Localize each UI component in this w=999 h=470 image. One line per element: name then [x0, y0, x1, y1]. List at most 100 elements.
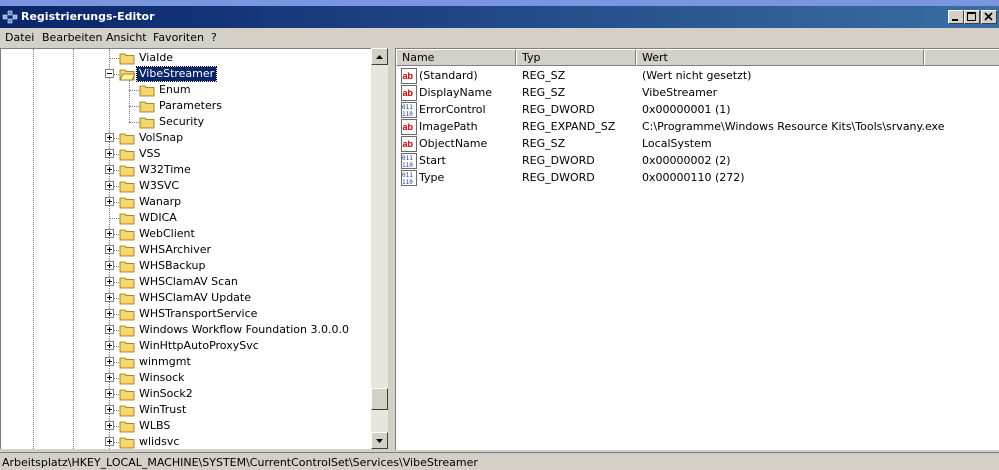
expand-icon[interactable]	[105, 277, 114, 286]
tree-item[interactable]: Security	[1, 114, 371, 130]
expand-icon[interactable]	[105, 309, 114, 318]
tree-item-label[interactable]: Windows Workflow Foundation 3.0.0.0	[137, 323, 351, 337]
value-row[interactable]: 011 110 Start REG_DWORD 0x00000002 (2)	[396, 152, 999, 169]
tree-item-label[interactable]: WHSClamAV Update	[137, 291, 253, 305]
tree-item[interactable]: WHSArchiver	[1, 242, 371, 258]
column-header-type[interactable]: Typ	[516, 49, 636, 66]
tree-item-label[interactable]: Wanarp	[137, 195, 183, 209]
minimize-button[interactable]	[948, 10, 964, 24]
tree-item-label[interactable]: WebClient	[137, 227, 197, 241]
tree-item[interactable]: wlidsvc	[1, 434, 371, 449]
value-row[interactable]: ab DisplayName REG_SZ VibeStreamer	[396, 84, 999, 101]
tree-item[interactable]: WHSTransportService	[1, 306, 371, 322]
column-header-value[interactable]: Wert	[636, 49, 924, 66]
tree-item[interactable]: Windows Workflow Foundation 3.0.0.0	[1, 322, 371, 338]
menu-bearbeiten[interactable]: Bearbeiten	[42, 31, 102, 44]
tree-item[interactable]: winmgmt	[1, 354, 371, 370]
title-bar[interactable]: Registrierungs-Editor	[0, 6, 999, 28]
tree-item-label[interactable]: WHSTransportService	[137, 307, 259, 321]
registry-key-tree[interactable]: ViaIde VibeStreamer Enum Parameters Security…	[0, 48, 371, 449]
tree-item-label[interactable]: Security	[157, 115, 206, 129]
expand-icon[interactable]	[105, 245, 114, 254]
expand-icon[interactable]	[105, 373, 114, 382]
tree-item[interactable]: WebClient	[1, 226, 371, 242]
value-row[interactable]: 011 110 ErrorControl REG_DWORD 0x00000001 (1…	[396, 101, 999, 118]
window-title: Registrierungs-Editor	[21, 10, 155, 23]
maximize-button[interactable]	[964, 10, 980, 24]
tree-item-label[interactable]: WinSock2	[137, 387, 195, 401]
tree-item-label[interactable]: WinHttpAutoProxySvc	[137, 339, 261, 353]
tree-item[interactable]: WHSClamAV Scan	[1, 274, 371, 290]
tree-item[interactable]: WLBS	[1, 418, 371, 434]
tree-item[interactable]: VibeStreamer	[1, 66, 371, 82]
tree-item-label[interactable]: WDICA	[137, 211, 179, 225]
value-row[interactable]: ab ObjectName REG_SZ LocalSystem	[396, 135, 999, 152]
registry-values-list[interactable]: Name Typ Wert ab (Standard) REG_SZ (Wert ni…	[395, 48, 999, 450]
tree-item-label[interactable]: WinTrust	[137, 403, 188, 417]
tree-item-label[interactable]: WHSArchiver	[137, 243, 213, 257]
close-icon	[984, 12, 993, 21]
tree-item-label[interactable]: Enum	[157, 83, 193, 97]
tree-item-label[interactable]: WHSClamAV Scan	[137, 275, 240, 289]
close-button[interactable]	[981, 10, 997, 24]
tree-item-label[interactable]: VibeStreamer	[135, 66, 218, 82]
tree-item-label[interactable]: Winsock	[137, 371, 187, 385]
tree-item-label[interactable]: VSS	[137, 147, 163, 161]
tree-item[interactable]: W32Time	[1, 162, 371, 178]
expand-icon[interactable]	[105, 405, 114, 414]
tree-item[interactable]: Parameters	[1, 98, 371, 114]
expand-icon[interactable]	[105, 261, 114, 270]
tree-item-label[interactable]: WLBS	[137, 419, 172, 433]
expand-icon[interactable]	[105, 437, 114, 446]
menu-help[interactable]: ?	[211, 31, 217, 44]
scroll-down-button[interactable]	[371, 432, 388, 449]
folder-icon	[119, 421, 135, 433]
menu-favoriten[interactable]: Favoriten	[153, 31, 204, 44]
tree-item[interactable]: WHSClamAV Update	[1, 290, 371, 306]
tree-item-label[interactable]: VolSnap	[137, 131, 185, 145]
tree-item-label[interactable]: Parameters	[157, 99, 224, 113]
tree-item[interactable]: WHSBackup	[1, 258, 371, 274]
menu-ansicht[interactable]: Ansicht	[106, 31, 147, 44]
tree-item[interactable]: Enum	[1, 82, 371, 98]
folder-icon	[119, 373, 135, 385]
tree-vertical-scrollbar[interactable]	[371, 48, 388, 449]
tree-item[interactable]: WinHttpAutoProxySvc	[1, 338, 371, 354]
tree-item[interactable]: ViaIde	[1, 50, 371, 66]
column-header-name[interactable]: Name	[396, 49, 516, 66]
expand-icon[interactable]	[105, 181, 114, 190]
tree-item-label[interactable]: winmgmt	[137, 355, 193, 369]
tree-item-label[interactable]: ViaIde	[137, 51, 175, 65]
tree-item[interactable]: VolSnap	[1, 130, 371, 146]
expand-icon[interactable]	[105, 149, 114, 158]
tree-item-label[interactable]: W32Time	[137, 163, 193, 177]
collapse-icon[interactable]	[105, 69, 114, 78]
value-row[interactable]: ab (Standard) REG_SZ (Wert nicht gesetzt)	[396, 67, 999, 84]
pane-splitter[interactable]	[388, 46, 394, 454]
menu-datei[interactable]: Datei	[5, 31, 34, 44]
expand-icon[interactable]	[105, 389, 114, 398]
expand-icon[interactable]	[105, 229, 114, 238]
tree-item[interactable]: WinSock2	[1, 386, 371, 402]
scroll-thumb[interactable]	[371, 388, 388, 410]
expand-icon[interactable]	[105, 165, 114, 174]
expand-icon[interactable]	[105, 421, 114, 430]
scroll-up-button[interactable]	[371, 48, 388, 65]
value-row[interactable]: 011 110 Type REG_DWORD 0x00000110 (272)	[396, 169, 999, 186]
tree-item[interactable]: WDICA	[1, 210, 371, 226]
expand-icon[interactable]	[105, 357, 114, 366]
expand-icon[interactable]	[105, 197, 114, 206]
expand-icon[interactable]	[105, 293, 114, 302]
value-row[interactable]: ab ImagePath REG_EXPAND_SZ C:\Programme\Win…	[396, 118, 999, 135]
tree-item[interactable]: Winsock	[1, 370, 371, 386]
tree-item[interactable]: VSS	[1, 146, 371, 162]
tree-item-label[interactable]: wlidsvc	[137, 435, 181, 449]
expand-icon[interactable]	[105, 341, 114, 350]
tree-item-label[interactable]: W3SVC	[137, 179, 181, 193]
tree-item[interactable]: Wanarp	[1, 194, 371, 210]
expand-icon[interactable]	[105, 133, 114, 142]
tree-item-label[interactable]: WHSBackup	[137, 259, 207, 273]
tree-item[interactable]: W3SVC	[1, 178, 371, 194]
expand-icon[interactable]	[105, 325, 114, 334]
tree-item[interactable]: WinTrust	[1, 402, 371, 418]
